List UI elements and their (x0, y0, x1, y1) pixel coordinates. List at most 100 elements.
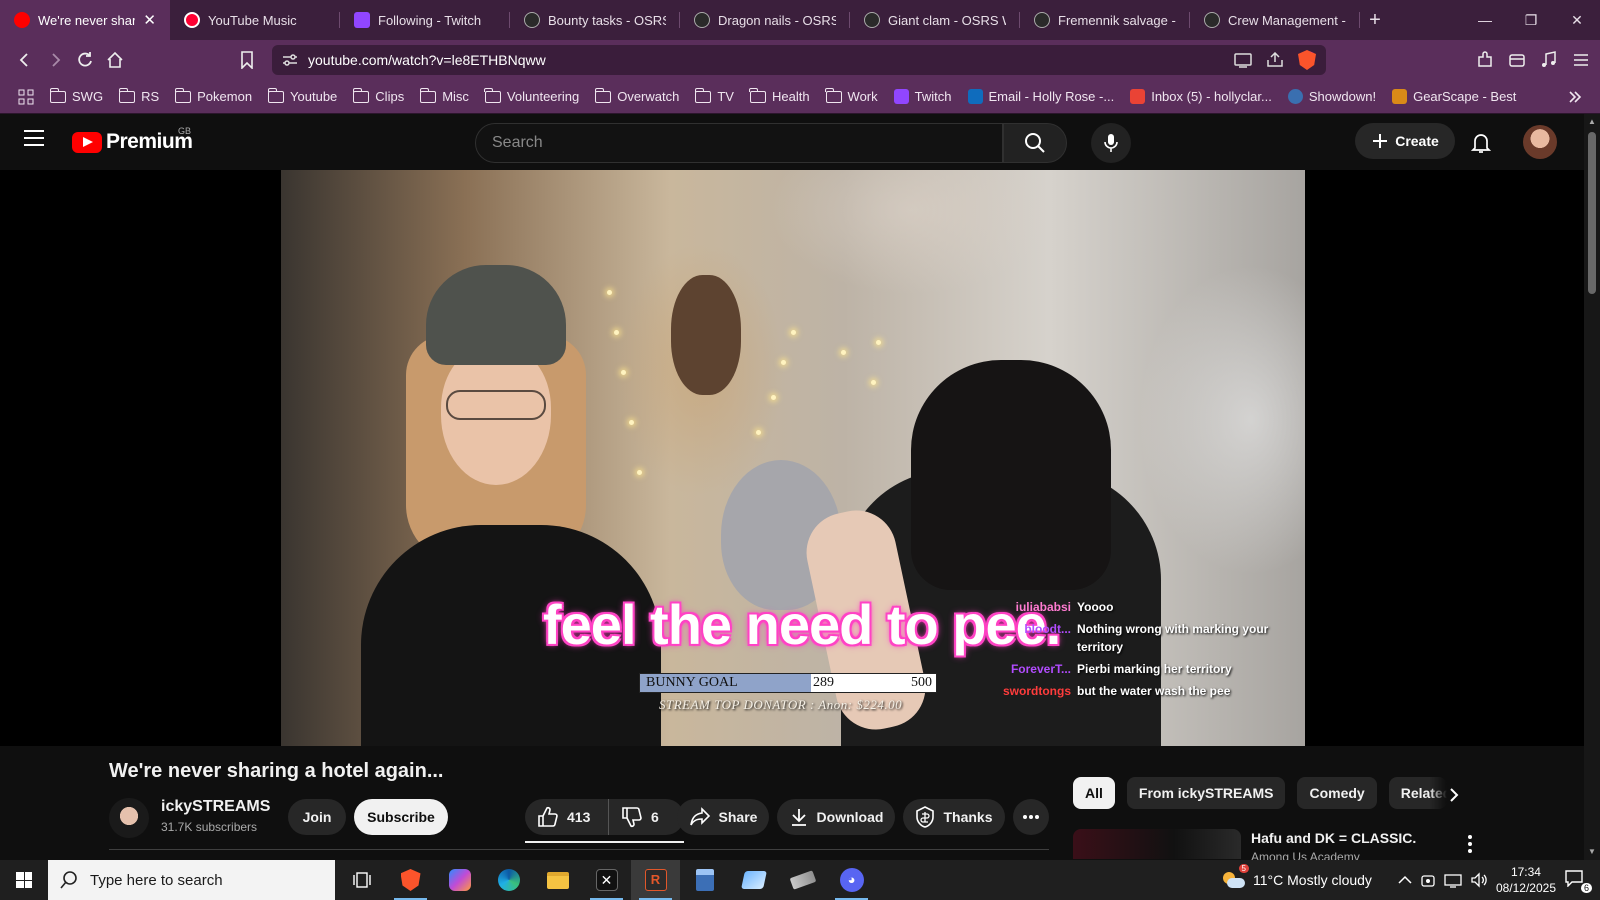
chip-from-channel[interactable]: From ickySTREAMS (1126, 777, 1286, 809)
tab-youtube-music[interactable]: YouTube Music (170, 0, 340, 40)
new-tab-button[interactable]: + (1360, 9, 1390, 32)
bookmark-folder-rs[interactable]: RS (111, 80, 167, 114)
bookmark-folder-pokemon[interactable]: Pokemon (167, 80, 260, 114)
account-avatar[interactable] (1523, 125, 1557, 159)
chips-next-button[interactable] (1440, 781, 1468, 809)
wallet-icon[interactable] (1508, 51, 1526, 69)
tab-youtube-video[interactable]: We're never sharing a hotel again ✕ (0, 0, 170, 40)
more-actions-button[interactable] (1013, 799, 1049, 835)
taskbar-copilot[interactable] (435, 860, 484, 900)
clock[interactable]: 17:34 08/12/2025 (1496, 864, 1556, 896)
bookmark-twitch[interactable]: Twitch (886, 80, 960, 114)
bookmark-folder-volunteering[interactable]: Volunteering (477, 80, 587, 114)
bookmark-gmail[interactable]: Inbox (5) - hollyclar... (1122, 80, 1280, 114)
notifications-button[interactable] (1466, 128, 1496, 158)
apps-button[interactable] (10, 80, 42, 114)
create-button[interactable]: Create (1355, 123, 1455, 159)
bookmark-folder-clips[interactable]: Clips (345, 80, 412, 114)
site-settings-icon[interactable] (282, 53, 298, 67)
thanks-button[interactable]: Thanks (903, 799, 1005, 835)
taskbar-xbox-like-app[interactable]: ✕ (582, 860, 631, 900)
bookmark-button[interactable] (232, 45, 262, 75)
restore-button[interactable]: ❐ (1508, 0, 1554, 40)
taskbar-calculator[interactable] (680, 860, 729, 900)
extensions-icon[interactable] (1476, 51, 1494, 69)
show-hidden-icons-chevron-icon[interactable] (1398, 875, 1412, 885)
weather-icon[interactable]: 5 (1221, 864, 1249, 890)
taskbar-file-explorer[interactable] (533, 860, 582, 900)
network-icon[interactable] (1444, 872, 1462, 888)
chip-related[interactable]: Related (1388, 777, 1447, 809)
recommendation-menu-button[interactable] (1460, 832, 1480, 856)
fairy-light (771, 395, 776, 400)
weather-text[interactable]: 11°C Mostly cloudy (1253, 872, 1372, 888)
volume-icon[interactable] (1470, 872, 1488, 888)
browser-menu-icon[interactable] (1572, 51, 1590, 69)
taskbar-runelite[interactable]: R (631, 860, 680, 900)
youtube-masthead: Premium GB Search Create (0, 114, 1584, 170)
home-button[interactable] (100, 45, 130, 75)
scroll-up-arrow[interactable]: ▲ (1588, 118, 1596, 126)
forward-arrow-icon (52, 53, 61, 67)
taskbar-discord[interactable]: ◕ (827, 860, 876, 900)
cast-icon[interactable] (1234, 52, 1252, 68)
tab-osrs-fremennik[interactable]: Fremennik salvage - OSRS Wiki (1020, 0, 1190, 40)
scroll-down-arrow[interactable]: ▼ (1588, 848, 1596, 856)
task-view-button[interactable] (337, 860, 386, 900)
taskbar-search[interactable]: Type here to search (48, 860, 335, 900)
start-button[interactable] (0, 860, 48, 900)
taskbar-paint[interactable] (778, 860, 827, 900)
guide-menu-button[interactable] (24, 130, 44, 146)
bookmark-folder-misc[interactable]: Misc (412, 80, 477, 114)
back-button[interactable] (10, 45, 40, 75)
channel-name[interactable]: ickySTREAMS (161, 798, 270, 816)
meet-now-icon[interactable] (1420, 872, 1436, 888)
address-bar[interactable]: youtube.com/watch?v=le8ETHBNqww 23 (272, 45, 1326, 75)
search-button[interactable] (1003, 123, 1067, 163)
bookmark-folder-health[interactable]: Health (742, 80, 818, 114)
notification-center-button[interactable]: 6 (1564, 869, 1592, 893)
video-frame[interactable]: feel the need to pee. BUNNY GOAL 289 500… (281, 170, 1305, 746)
channel-avatar[interactable] (109, 798, 149, 838)
tab-osrs-crew[interactable]: Crew Management - OSRS Wiki (1190, 0, 1360, 40)
share-page-icon[interactable] (1266, 52, 1284, 68)
bookmark-folder-youtube[interactable]: Youtube (260, 80, 345, 114)
tab-osrs-giant-clam[interactable]: Giant clam - OSRS Wiki (850, 0, 1020, 40)
taskbar-snipping-tool[interactable] (729, 860, 778, 900)
share-button[interactable]: Share (677, 799, 769, 835)
video-player[interactable]: feel the need to pee. BUNNY GOAL 289 500… (0, 170, 1584, 746)
youtube-logo[interactable]: Premium (72, 130, 193, 154)
bookmark-showdown[interactable]: Showdown! (1280, 80, 1384, 114)
bookmark-folder-overwatch[interactable]: Overwatch (587, 80, 687, 114)
search-input[interactable]: Search (475, 123, 1003, 163)
chip-all[interactable]: All (1073, 777, 1115, 809)
minimize-button[interactable]: ― (1462, 0, 1508, 40)
bookmark-folder-work[interactable]: Work (818, 80, 886, 114)
brave-shields-icon[interactable]: 23 (1298, 50, 1316, 70)
join-button[interactable]: Join (288, 799, 346, 835)
bookmark-folder-swg[interactable]: SWG (42, 80, 111, 114)
tab-osrs-bounty[interactable]: Bounty tasks - OSRS Wiki (510, 0, 680, 40)
recommendation-title[interactable]: Hafu and DK = CLASSIC. (1251, 830, 1416, 846)
voice-search-button[interactable] (1091, 123, 1131, 163)
scrollbar-thumb[interactable] (1588, 132, 1596, 294)
chip-comedy[interactable]: Comedy (1297, 777, 1377, 809)
forward-button[interactable] (40, 45, 70, 75)
bookmark-gearscape[interactable]: GearScape - Best (1384, 80, 1524, 114)
bookmark-folder-tv[interactable]: TV (687, 80, 742, 114)
taskbar-brave[interactable] (386, 860, 435, 900)
close-tab-icon[interactable]: ✕ (143, 11, 156, 29)
reload-button[interactable] (70, 45, 100, 75)
recommendation-thumbnail[interactable] (1073, 829, 1241, 859)
taskbar-edge[interactable] (484, 860, 533, 900)
bookmark-email[interactable]: Email - Holly Rose -... (960, 80, 1123, 114)
tab-twitch[interactable]: Following - Twitch (340, 0, 510, 40)
media-playback-icon[interactable] (1540, 51, 1558, 69)
close-window-button[interactable]: ✕ (1554, 0, 1600, 40)
more-bookmarks-button[interactable] (1560, 80, 1590, 114)
tab-osrs-dragon-nails[interactable]: Dragon nails - OSRS Wiki (680, 0, 850, 40)
like-button[interactable]: 413 (525, 799, 609, 835)
download-button[interactable]: Download (777, 799, 895, 835)
dislike-button[interactable]: 6 (609, 806, 659, 828)
subscribe-button[interactable]: Subscribe (354, 799, 448, 835)
